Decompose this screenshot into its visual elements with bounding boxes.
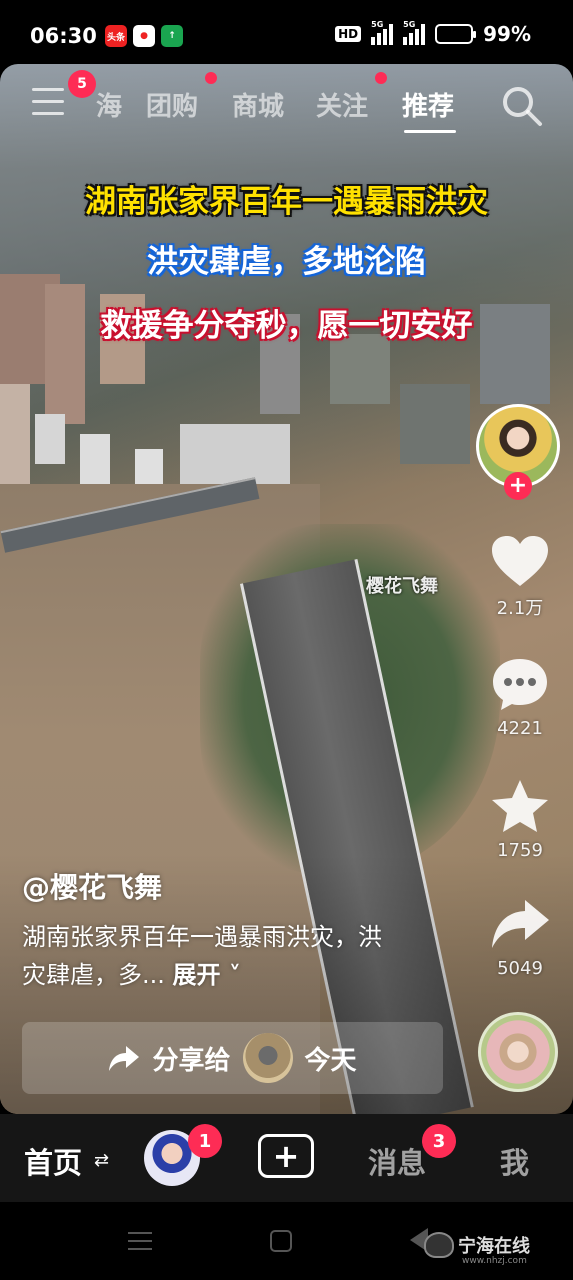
share-button[interactable]: 5049 — [480, 896, 560, 979]
author-avatar[interactable]: + — [476, 404, 560, 500]
top-nav: 5 海 团购 商城 关注 推荐 — [0, 70, 573, 140]
comment-count: 4221 — [497, 718, 543, 739]
heart-icon — [492, 536, 548, 586]
expand-button[interactable]: 展开 ˅ — [173, 961, 241, 989]
status-indicators: HD 5G 5G 99% — [335, 20, 531, 46]
video-caption-title: 湖南张家界百年一遇暴雨洪灾 — [85, 184, 488, 220]
site-logo-icon — [424, 1232, 454, 1258]
notification-icons: 头条 ● ↑ — [105, 25, 183, 47]
status-bar: 06:30 头条 ● ↑ HD 5G 5G 99% — [0, 0, 573, 70]
toutiao-app-icon: 头条 — [105, 25, 127, 47]
battery-percent: 99% — [483, 22, 531, 46]
video-caption-wish: 救援争分夺秒，愿一切安好 — [100, 308, 473, 344]
recent-apps-icon[interactable] — [128, 1232, 152, 1256]
tab-me[interactable]: 我 — [500, 1140, 529, 1182]
share-to-friend-bar[interactable]: 分享给 今天 — [22, 1022, 443, 1094]
tab-following[interactable]: 关注 — [316, 86, 368, 123]
home-icon[interactable] — [270, 1230, 292, 1252]
wechat-app-icon: ↑ — [161, 25, 183, 47]
site-name: 宁海在线 — [458, 1236, 530, 1257]
bottom-tab-bar: 首页 ⇄ 1 + 消息 3 我 — [0, 1114, 573, 1202]
hd-badge: HD — [335, 26, 362, 42]
signal-icon: 5G — [403, 20, 426, 45]
share-label: 分享给 — [152, 1045, 231, 1076]
like-count: 2.1万 — [496, 598, 544, 619]
share-arrow-icon — [109, 1046, 140, 1071]
tab-mall[interactable]: 商城 — [232, 86, 284, 123]
network-label: 5G — [403, 20, 416, 29]
follow-plus-icon[interactable]: + — [504, 472, 532, 500]
friend-avatar — [242, 1033, 293, 1083]
share-arrow-icon — [492, 900, 549, 948]
site-url: www.nhzj.com — [462, 1256, 527, 1266]
share-count: 5049 — [497, 958, 543, 979]
author-name[interactable]: @樱花飞舞 — [22, 866, 162, 906]
expand-label: 展开 — [172, 961, 221, 989]
tab-following-dot — [375, 72, 387, 84]
menu-icon[interactable] — [32, 88, 66, 120]
tab-home[interactable]: 首页 — [24, 1140, 82, 1182]
tab-group-buy-dot — [205, 72, 217, 84]
star-icon — [492, 780, 548, 832]
menu-badge: 5 — [68, 70, 96, 98]
tab-active-underline — [404, 130, 456, 133]
tab-group-buy[interactable]: 团购 — [146, 86, 198, 123]
battery-icon — [435, 24, 477, 44]
plus-icon: + — [272, 1137, 300, 1175]
search-icon[interactable] — [500, 84, 544, 128]
video-caption-subtitle: 洪灾肆虐，多地沦陷 — [147, 244, 426, 280]
tab-messages[interactable]: 消息 — [368, 1140, 426, 1182]
favorite-count: 1759 — [497, 840, 543, 861]
comment-button[interactable]: 4221 — [480, 656, 560, 739]
swap-icon: ⇄ — [94, 1150, 110, 1171]
site-watermark: 宁海在线 — [424, 1232, 530, 1258]
network-label: 5G — [371, 20, 384, 29]
video-watermark: 樱花飞舞 — [366, 576, 438, 597]
like-button[interactable]: 2.1万 — [480, 534, 560, 620]
news-app-icon: ● — [133, 25, 155, 47]
chevron-down-icon: ˅ — [220, 961, 241, 989]
share-time: 今天 — [304, 1045, 357, 1076]
signal-icon: 5G — [371, 20, 394, 45]
favorite-button[interactable]: 1759 — [480, 778, 560, 861]
comment-icon — [493, 659, 547, 710]
create-post-button[interactable]: + — [258, 1134, 314, 1178]
video-description[interactable]: 湖南张家界百年一遇暴雨洪灾，洪灾肆虐，多... 展开 ˅ — [22, 918, 402, 994]
status-time: 06:30 — [30, 24, 97, 48]
messages-badge: 3 — [422, 1124, 456, 1158]
friend-badge: 1 — [188, 1124, 222, 1158]
tab-recommend[interactable]: 推荐 — [402, 86, 454, 123]
tab-partial[interactable]: 海 — [96, 86, 122, 123]
music-disc[interactable] — [478, 1012, 558, 1092]
